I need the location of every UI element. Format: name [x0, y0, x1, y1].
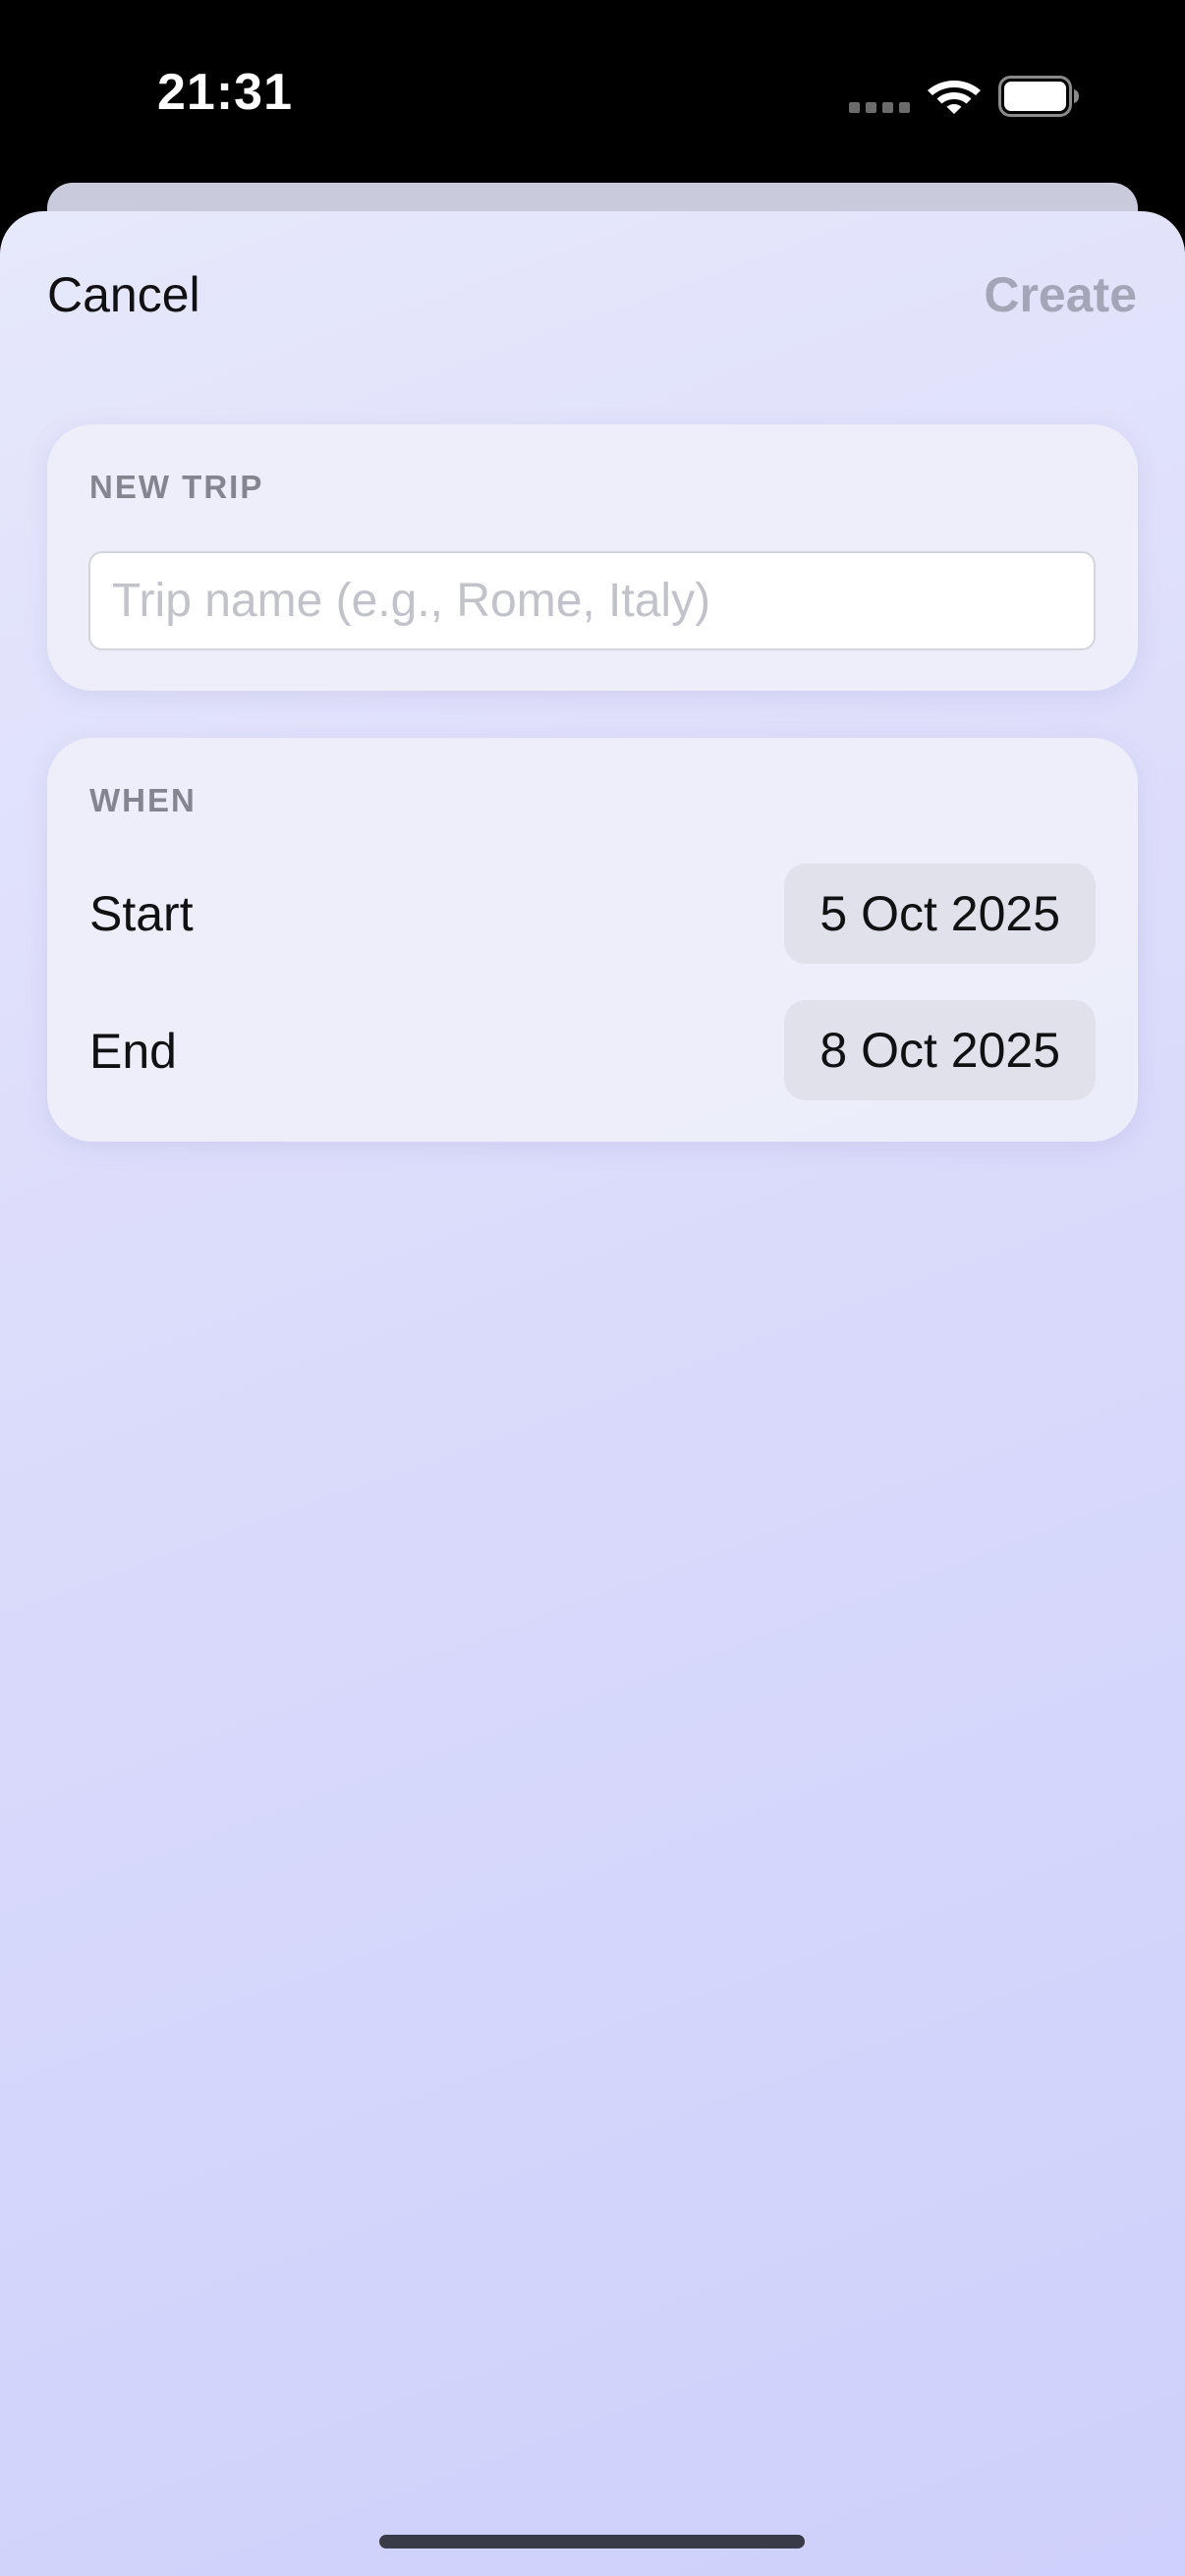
wifi-icon: [928, 81, 981, 114]
section-header-new-trip: NEW TRIP: [89, 469, 264, 505]
start-date-picker[interactable]: 5 Oct 2025: [784, 864, 1096, 964]
cancel-button[interactable]: Cancel: [47, 266, 200, 323]
new-trip-sheet: Cancel Create NEW TRIP WHEN Start 5 Oct …: [0, 211, 1185, 2576]
screen: 21:31 Cancel Create NEW TRIP WHEN Start …: [0, 0, 1185, 2576]
start-label: Start: [89, 886, 194, 941]
home-indicator[interactable]: [379, 2535, 805, 2548]
create-button[interactable]: Create: [984, 266, 1137, 323]
new-trip-section: NEW TRIP: [47, 424, 1138, 691]
section-header-when: WHEN: [89, 782, 197, 818]
signal-icon: [849, 102, 910, 113]
status-time: 21:31: [157, 64, 293, 121]
status-bar: 21:31: [0, 0, 1185, 187]
trip-name-input[interactable]: [88, 551, 1096, 650]
when-section: WHEN Start 5 Oct 2025 End 8 Oct 2025: [47, 738, 1138, 1142]
battery-icon: [998, 76, 1079, 117]
end-label: End: [89, 1024, 177, 1079]
end-date-picker[interactable]: 8 Oct 2025: [784, 1000, 1096, 1100]
